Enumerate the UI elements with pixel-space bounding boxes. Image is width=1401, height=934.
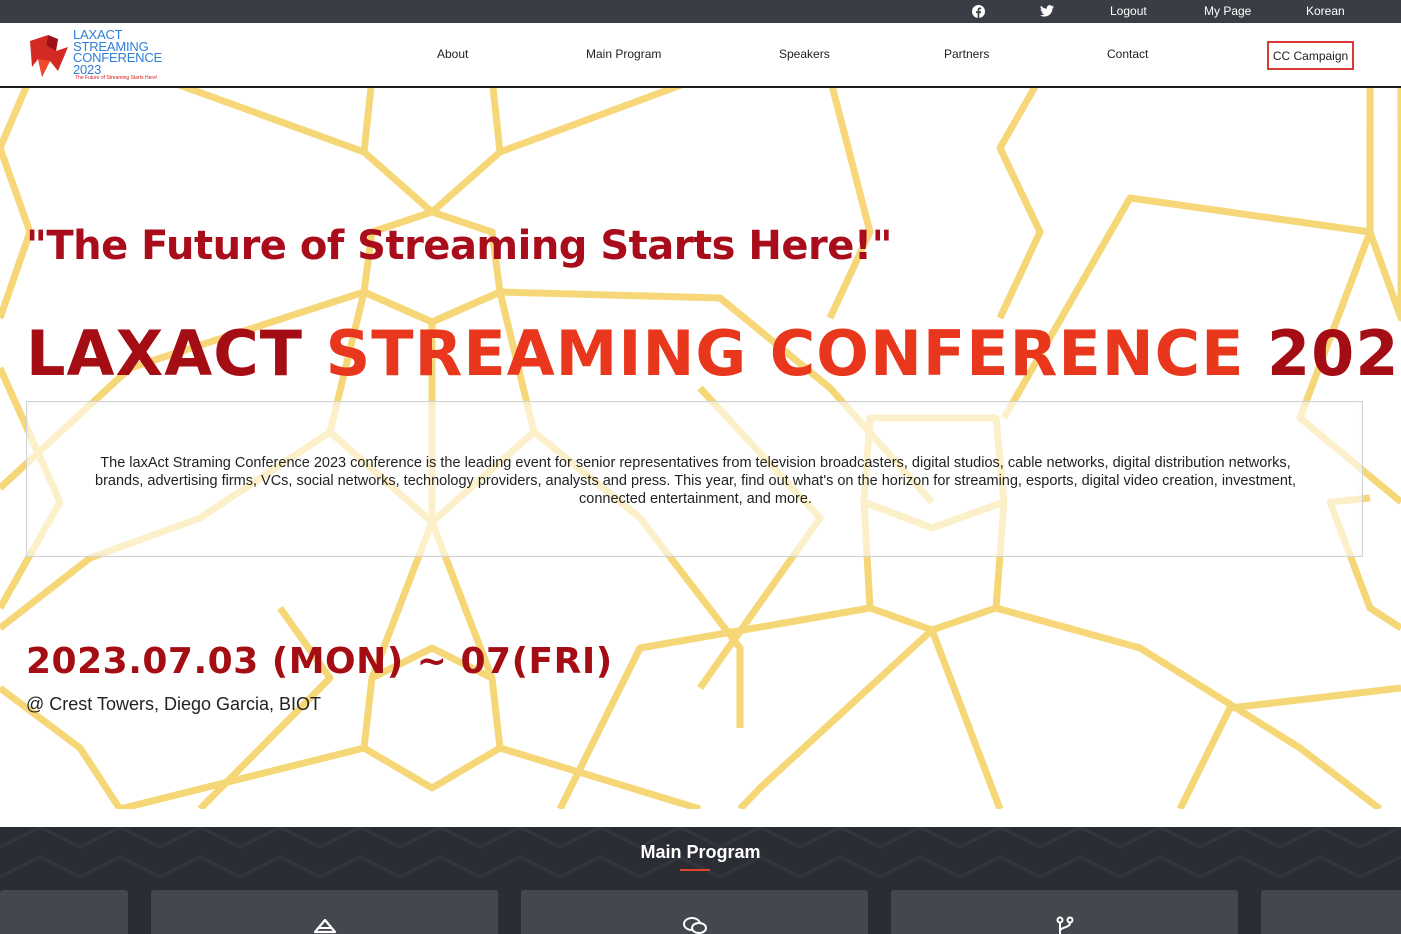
program-card[interactable]	[1261, 890, 1401, 934]
utility-bar: Logout My Page Korean	[0, 0, 1401, 23]
program-card[interactable]	[151, 890, 498, 934]
nav-speakers[interactable]: Speakers	[779, 23, 830, 86]
cc-campaign-button[interactable]: CC Campaign	[1267, 41, 1354, 70]
event-venue: @ Crest Towers, Diego Garcia, BIOT	[26, 694, 322, 714]
heading-underline	[680, 869, 710, 871]
hero-description: The laxAct Straming Conference 2023 conf…	[95, 455, 1296, 507]
hero-title-part-2: STREAMING CONFERENCE	[325, 317, 1245, 390]
logo-tagline: The Future of Streaming Starts Here!	[75, 75, 158, 81]
main-program-heading: Main Program	[640, 842, 761, 862]
program-card[interactable]	[0, 890, 128, 934]
logo-wordmark: LAXACT STREAMING CONFERENCE 2023	[73, 28, 173, 77]
hero-section: "The Future of Streaming Starts Here!" L…	[0, 88, 1401, 809]
hero-title: LAXACT STREAMING CONFERENCE 2023	[26, 314, 1401, 394]
facebook-icon[interactable]	[972, 0, 985, 23]
nav-partners[interactable]: Partners	[944, 23, 989, 86]
branch-icon	[1056, 916, 1074, 934]
nav-about[interactable]: About	[437, 23, 468, 86]
logo-line-4: 2023	[73, 61, 102, 77]
cake-icon	[313, 918, 337, 934]
logo-mark-icon	[30, 35, 68, 77]
nav-main-program[interactable]: Main Program	[586, 23, 661, 86]
program-card[interactable]	[891, 890, 1238, 934]
hero-quote: "The Future of Streaming Starts Here!"	[26, 223, 892, 269]
logout-link[interactable]: Logout	[1110, 0, 1147, 23]
hero-title-part-3: 2023	[1267, 317, 1401, 390]
chat-bubbles-icon	[683, 917, 707, 934]
main-navbar: LAXACT STREAMING CONFERENCE 2023 The Fut…	[0, 23, 1401, 88]
nav-contact[interactable]: Contact	[1107, 23, 1148, 86]
my-page-link[interactable]: My Page	[1204, 0, 1251, 23]
twitter-icon[interactable]	[1040, 0, 1054, 23]
site-logo[interactable]: LAXACT STREAMING CONFERENCE 2023 The Fut…	[28, 28, 173, 83]
hero-description-box: The laxAct Straming Conference 2023 conf…	[26, 401, 1363, 557]
event-date: 2023.07.03 (MON) ~ 07(FRI)	[26, 641, 613, 682]
language-toggle[interactable]: Korean	[1306, 0, 1345, 23]
program-card[interactable]	[521, 890, 868, 934]
hero-title-part-1: LAXACT	[26, 317, 326, 390]
main-program-section: Main Program	[0, 827, 1401, 934]
